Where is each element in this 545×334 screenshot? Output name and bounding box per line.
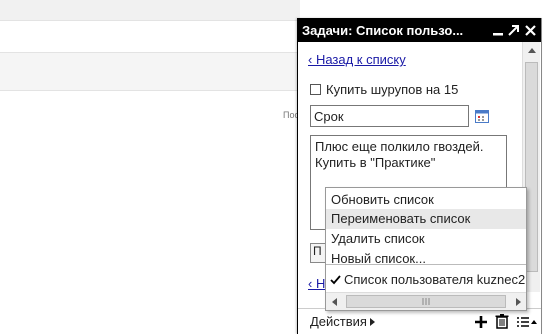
actions-label: Действия xyxy=(310,314,367,329)
scroll-up-icon[interactable] xyxy=(523,42,540,58)
menu-item-refresh[interactable]: Обновить список xyxy=(326,190,526,210)
scroll-left-icon[interactable] xyxy=(326,293,342,310)
calendar-icon[interactable] xyxy=(475,110,489,123)
menu-item-new-list[interactable]: Новый список... xyxy=(326,249,526,269)
back-to-list-link[interactable]: ‹ Назад к списку xyxy=(308,52,406,67)
actions-button[interactable]: Действия xyxy=(310,314,375,329)
task-row: Купить шурупов на 15 xyxy=(310,82,458,97)
due-date-input[interactable] xyxy=(310,105,469,127)
scroll-right-icon[interactable] xyxy=(510,293,526,310)
window-titlebar[interactable]: Задачи: Список пользо... xyxy=(298,18,541,42)
background-row xyxy=(0,52,300,91)
task-checkbox[interactable] xyxy=(310,84,321,95)
current-list-label: Список пользователя kuznec2 xyxy=(344,272,526,287)
trash-icon[interactable] xyxy=(495,314,509,329)
horizontal-scroll-thumb[interactable] xyxy=(346,295,506,308)
popout-icon[interactable] xyxy=(508,23,520,37)
menu-item-current-list[interactable]: Список пользователя kuznec2 xyxy=(330,272,525,287)
menu-item-delete[interactable]: Удалить список xyxy=(326,229,526,249)
list-actions-menu: Обновить список Переименовать список Уда… xyxy=(325,187,527,311)
close-icon[interactable] xyxy=(524,23,536,37)
triangle-right-icon xyxy=(369,317,375,326)
footer-bar: Действия xyxy=(298,308,541,334)
menu-separator xyxy=(326,264,526,265)
window-title: Задачи: Список пользо... xyxy=(302,22,464,38)
background-toolbar xyxy=(0,0,300,21)
checkmark-icon xyxy=(330,274,341,284)
horizontal-scrollbar[interactable] xyxy=(326,292,526,310)
minimize-icon[interactable] xyxy=(492,23,504,37)
task-label: Купить шурупов на 15 xyxy=(326,82,459,97)
menu-item-rename[interactable]: Переименовать список xyxy=(326,209,526,229)
add-task-icon[interactable] xyxy=(475,315,487,328)
list-menu-icon[interactable] xyxy=(517,316,537,328)
